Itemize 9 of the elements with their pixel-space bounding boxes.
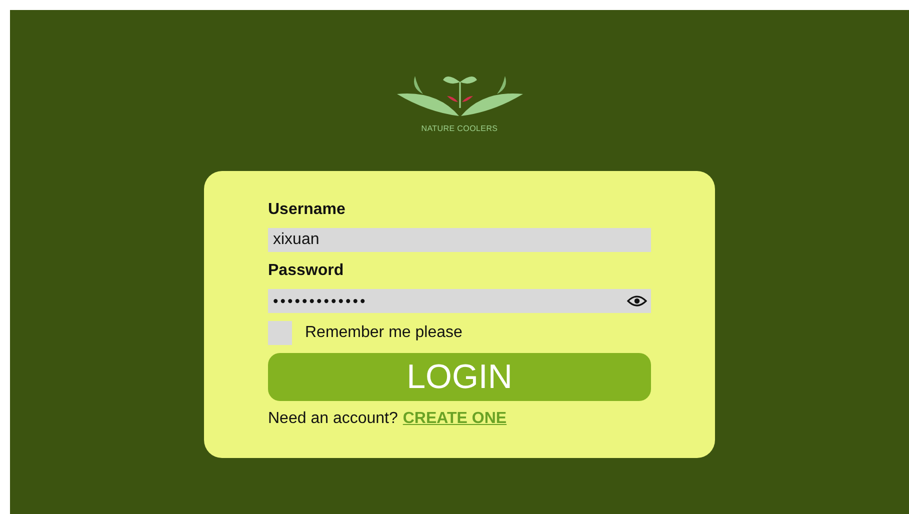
username-label: Username [268,200,346,220]
signup-prompt: Need an account? [268,410,398,428]
remember-label: Remember me please [305,324,462,342]
password-label: Password [268,261,344,281]
password-field[interactable]: ••••••••••••• [268,289,651,313]
remember-checkbox[interactable] [268,321,292,345]
brand-name: NATURE COOLERS [421,124,498,133]
eye-icon[interactable] [627,295,647,307]
username-field[interactable]: xixuan [268,228,651,252]
